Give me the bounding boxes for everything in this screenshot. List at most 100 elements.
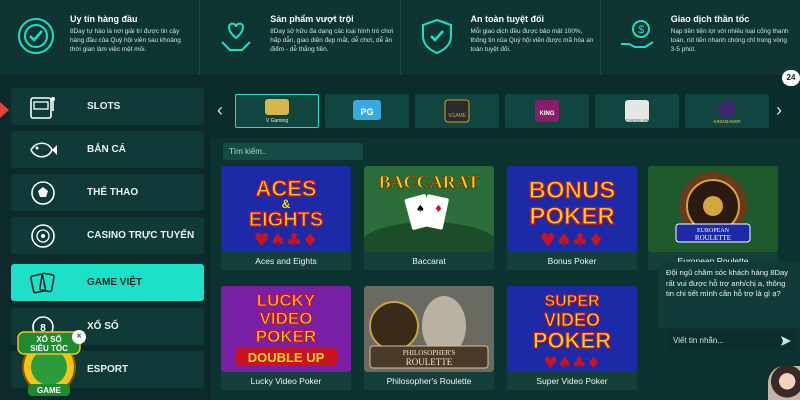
sidebar-item-fishing[interactable]: BẮN CÁ: [11, 131, 204, 168]
provider-vgame[interactable]: VGAME: [415, 94, 499, 128]
provider-label: PG: [360, 107, 373, 117]
heart-hands-icon: [214, 14, 258, 58]
close-icon[interactable]: ×: [72, 330, 86, 344]
chat-message-input[interactable]: [667, 330, 797, 350]
lottery-promo-badge[interactable]: XỔ SỐ SIÊU TỐC GAME: [14, 312, 84, 400]
roulette-icon: [21, 220, 65, 252]
game-thumbnail: BACCARAT ♠ ♦: [364, 166, 494, 252]
game-thumbnail: ACES & EIGHTS ♥♠♣♦: [221, 166, 351, 252]
soccer-ball-icon: [21, 177, 65, 209]
game-thumbnail: EUROPEAN ROULETTE: [648, 166, 778, 252]
promo-line2: SIÊU TỐC: [30, 343, 68, 353]
game-card[interactable]: EUROPEAN ROULETTE European Roulette: [648, 166, 778, 270]
sidebar-item-game-viet[interactable]: GAME VIỆT: [11, 264, 204, 301]
send-icon[interactable]: [780, 334, 792, 352]
game-panel: ‹ V Gaming PG VGAME KING CHESS.VN KINGMA…: [211, 86, 800, 400]
game-art-text: POKER: [529, 203, 614, 230]
svg-text:♠: ♠: [416, 204, 425, 215]
feature-security: An toàn tuyệt đối Mỗi giao dịch đều được…: [401, 0, 601, 75]
sidebar-item-label: XỔ SỐ: [87, 321, 119, 332]
game-art-text: POKER: [533, 328, 611, 353]
chevron-left-icon[interactable]: ‹: [217, 100, 223, 121]
provider-label: KINGMAKER: [713, 119, 741, 124]
check-badge-icon: [14, 14, 58, 58]
game-thumbnail: PHILOSOPHER'S ROULETTE: [364, 286, 494, 372]
game-art-text: VIDEO: [260, 309, 313, 328]
slot-machine-icon: [21, 91, 65, 123]
game-name: Baccarat: [364, 252, 494, 270]
sidebar-item-sports[interactable]: THỂ THAO: [11, 174, 204, 211]
svg-text:♥♠♣♦: ♥♠♣♦: [543, 353, 600, 372]
svg-text:♦: ♦: [434, 204, 443, 215]
cards-icon: [21, 267, 65, 299]
game-name: Aces and Eights: [221, 252, 351, 270]
game-card[interactable]: BACCARAT ♠ ♦ Baccarat: [364, 166, 494, 270]
game-card[interactable]: PHILOSOPHER'S ROULETTE Philosopher's Rou…: [364, 286, 494, 390]
feature-desc: Mỗi giao dịch đều được bảo mật 100%, thô…: [470, 28, 594, 53]
search-input[interactable]: [223, 143, 363, 160]
support-24h-badge[interactable]: 24: [782, 70, 800, 86]
provider-label: CHESS.VN: [625, 118, 648, 123]
game-name: Bonus Poker: [507, 252, 637, 270]
provider-chess[interactable]: CHESS.VN: [595, 94, 679, 128]
feature-title: Uy tín hàng đầu: [70, 14, 138, 24]
game-art-text: PHILOSOPHER'S: [403, 349, 456, 357]
game-art-text: ROULETTE: [695, 234, 731, 242]
feature-reputation: Uy tín hàng đầu 8Day tự hào là nơi giải …: [0, 0, 201, 75]
sidebar-pointer-icon: [0, 102, 9, 118]
provider-label: VGAME: [448, 113, 467, 119]
sidebar-item-live-casino[interactable]: CASINO TRỰC TUYẾN: [11, 217, 204, 254]
shield-icon: [415, 14, 459, 58]
provider-carousel: ‹ V Gaming PG VGAME KING CHESS.VN KINGMA…: [211, 86, 800, 138]
support-agent-avatar[interactable]: [768, 366, 800, 400]
feature-desc: Nạp tiền tiện lợi với nhiều loại cổng th…: [670, 28, 789, 53]
sidebar-item-label: CASINO TRỰC TUYẾN: [87, 230, 195, 241]
game-thumbnail: SUPER VIDEO POKER ♥♠♣♦: [507, 286, 637, 372]
svg-text:$: $: [638, 24, 644, 36]
features-bar: Uy tín hàng đầu 8Day tự hào là nơi giải …: [0, 0, 800, 75]
game-card[interactable]: ACES & EIGHTS ♥♠♣♦ Aces and Eights: [221, 166, 351, 270]
game-art-text: LUCKY: [257, 291, 316, 310]
game-card[interactable]: SUPER VIDEO POKER ♥♠♣♦ Super Video Poker: [507, 286, 637, 390]
game-name: Lucky Video Poker: [221, 372, 351, 390]
chevron-right-icon[interactable]: ›: [776, 100, 782, 121]
sidebar-item-slots[interactable]: SLOTS: [11, 88, 204, 125]
game-card[interactable]: BONUS POKER ♥♠♣♦ Bonus Poker: [507, 166, 637, 270]
feature-transactions: $ Giao dịch thần tốc Nạp tiền tiện lợi v…: [601, 0, 800, 75]
game-thumbnail: LUCKY VIDEO POKER DOUBLE UP: [221, 286, 351, 372]
provider-king[interactable]: KING: [505, 94, 589, 128]
game-art-text: POKER: [256, 327, 316, 346]
game-art-text: EIGHTS: [249, 209, 323, 231]
svg-text:♥♠♣♦: ♥♠♣♦: [254, 230, 319, 251]
feature-title: Sản phẩm vượt trội: [270, 14, 354, 24]
sidebar-item-label: GAME VIỆT: [87, 277, 143, 288]
provider-label: KING: [540, 111, 555, 117]
game-card[interactable]: LUCKY VIDEO POKER DOUBLE UP Lucky Video …: [221, 286, 351, 390]
feature-products: Sản phẩm vượt trội 8Day sở hữu đa dạng c…: [200, 0, 401, 75]
feature-desc: 8Day sở hữu đa dạng các loại hình trò ch…: [270, 28, 394, 53]
fish-icon: [21, 134, 65, 166]
game-art-text: BONUS: [529, 177, 616, 204]
feature-title: An toàn tuyệt đối: [470, 14, 545, 24]
game-art-text: VIDEO: [544, 310, 600, 330]
provider-kingmaker[interactable]: KINGMAKER: [685, 94, 769, 128]
game-art-text: ROULETTE: [406, 357, 453, 367]
game-name: Philosopher's Roulette: [364, 372, 494, 390]
provider-pg[interactable]: PG: [325, 94, 409, 128]
feature-title: Giao dịch thần tốc: [670, 14, 750, 24]
support-chat-message: Đội ngũ chăm sóc khách hàng 8Day rất vui…: [658, 262, 800, 328]
game-art-text: SUPER: [544, 293, 600, 310]
sidebar-item-label: ESPORT: [87, 364, 129, 375]
money-hand-icon: $: [615, 14, 659, 58]
provider-vgaming[interactable]: V Gaming: [235, 94, 319, 128]
feature-desc: 8Day tự hào là nơi giải trí được tin cậy…: [70, 28, 181, 53]
game-name: Super Video Poker: [507, 372, 637, 390]
svg-text:♥♠♣♦: ♥♠♣♦: [540, 230, 605, 251]
provider-label: V Gaming: [266, 118, 288, 124]
sidebar-item-label: THỂ THAO: [87, 187, 139, 198]
sidebar-item-label: BẮN CÁ: [87, 144, 126, 155]
game-art-text: DOUBLE UP: [248, 350, 325, 365]
promo-line1: XỔ SỐ: [36, 334, 61, 344]
sidebar-item-label: SLOTS: [87, 101, 121, 112]
game-thumbnail: BONUS POKER ♥♠♣♦: [507, 166, 637, 252]
